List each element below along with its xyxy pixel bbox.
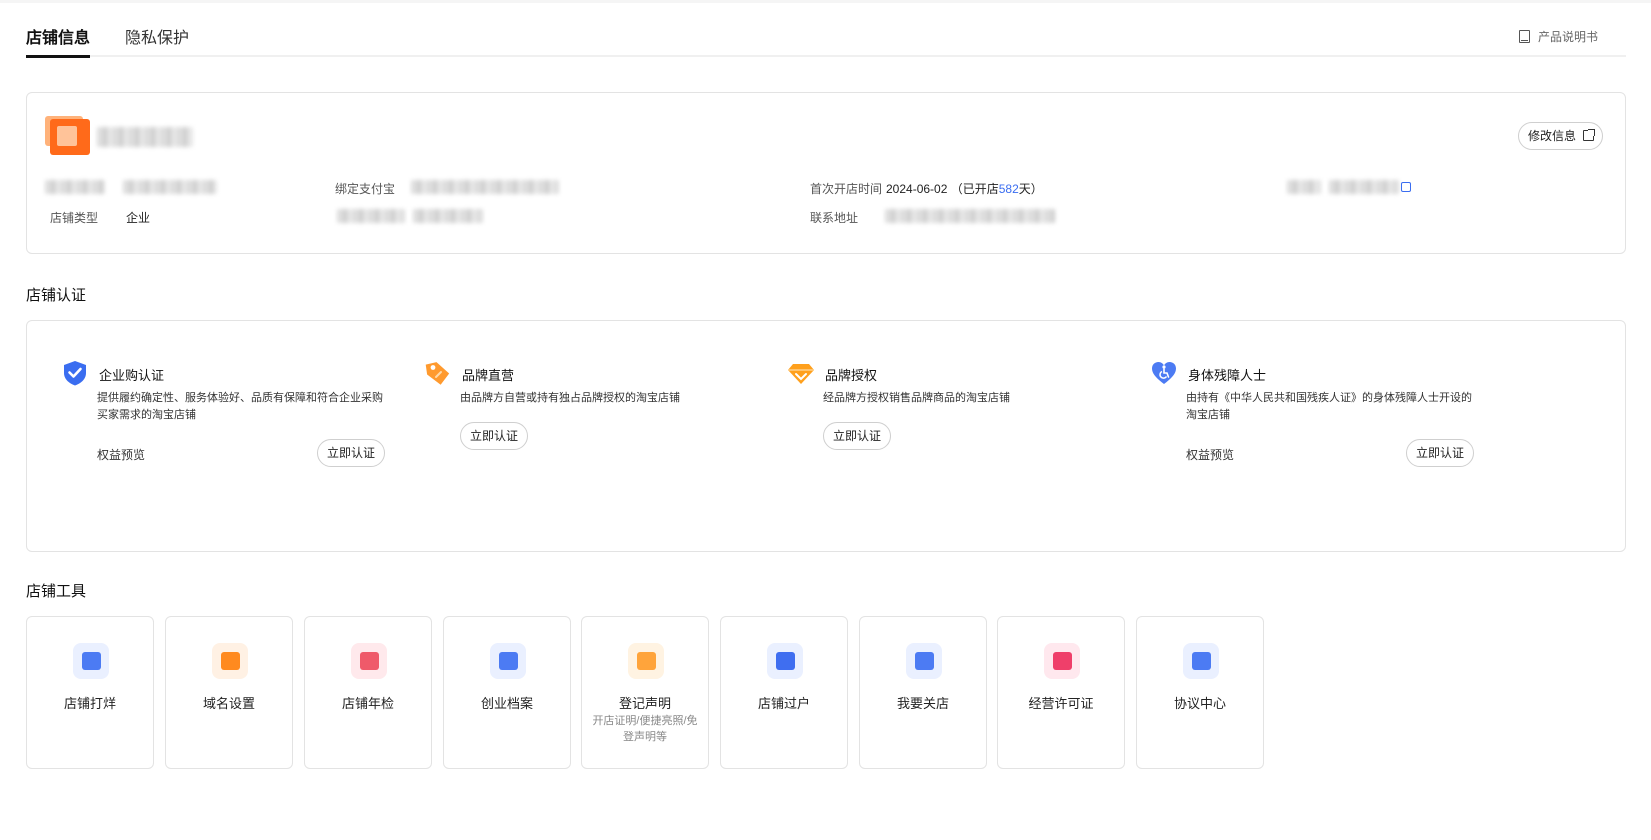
cert-title: 品牌直营 xyxy=(462,368,515,383)
archive-icon xyxy=(490,643,526,679)
book-icon xyxy=(1518,30,1530,43)
tool-label: 登记声明 xyxy=(618,696,671,711)
tab-privacy[interactable]: 隐私保护 xyxy=(125,24,189,48)
store-type-label: 店铺类型 xyxy=(50,211,99,225)
tool-annual-inspection[interactable]: 店铺年检 xyxy=(304,616,432,769)
store-name-redacted xyxy=(97,127,193,147)
tab-store-info[interactable]: 店铺信息 xyxy=(26,24,90,48)
tool-store-transfer[interactable]: 店铺过户 xyxy=(720,616,848,769)
external-link-icon xyxy=(1583,129,1595,141)
license-folder-icon xyxy=(1044,643,1080,679)
address-value-redacted xyxy=(885,209,1055,223)
product-manual-label: 产品说明书 xyxy=(1537,30,1598,44)
open-time-value: 2024-06-02 （已开店582天） xyxy=(886,180,1043,197)
tab-track xyxy=(26,55,1626,57)
orange-diamond-icon xyxy=(788,364,814,384)
redacted-label-2 xyxy=(1287,180,1321,194)
tool-registration-statement[interactable]: 登记声明 开店证明/便捷亮照/免登声明等 xyxy=(581,616,709,769)
tool-label: 店铺过户 xyxy=(757,696,810,711)
tools-title: 店铺工具 xyxy=(26,583,87,600)
tool-agreement-center[interactable]: 协议中心 xyxy=(1136,616,1264,769)
card-icon xyxy=(906,643,942,679)
alipay-label: 绑定支付宝 xyxy=(335,182,396,196)
blue-shield-check-icon xyxy=(64,361,86,386)
cert-title: 身体残障人士 xyxy=(1188,368,1267,383)
certification-title: 店铺认证 xyxy=(26,287,87,304)
redacted-label xyxy=(45,180,105,194)
shield-search-icon xyxy=(351,643,387,679)
open-prefix: （已开店 xyxy=(950,182,999,196)
cert-title: 品牌授权 xyxy=(825,368,878,383)
tool-close-store[interactable]: 我要关店 xyxy=(859,616,987,769)
edit-info-label: 修改信息 xyxy=(1527,129,1576,143)
blue-heart-accessibility-icon xyxy=(1152,362,1176,384)
cert-title: 企业购认证 xyxy=(99,368,165,383)
agreement-icon xyxy=(1183,643,1219,679)
tool-label: 店铺打烊 xyxy=(63,696,116,711)
certify-button[interactable]: 立即认证 xyxy=(460,422,529,450)
cert-desc: 由品牌方自营或持有独占品牌授权的淘宝店铺 xyxy=(460,392,680,404)
rights-preview[interactable]: 权益预览 xyxy=(1186,446,1234,463)
tab-bar: 店铺信息 隐私保护 产品说明书 xyxy=(26,20,1626,58)
tool-label: 店铺年检 xyxy=(341,696,394,711)
tool-domain-settings[interactable]: 域名设置 xyxy=(165,616,293,769)
active-tab-indicator xyxy=(26,55,90,58)
alipay-value-redacted xyxy=(411,180,559,194)
certify-button[interactable]: 立即认证 xyxy=(1406,439,1475,467)
cert-desc: 提供履约确定性、服务体验好、品质有保障和符合企业采购买家需求的淘宝店铺 xyxy=(97,392,383,421)
tool-label: 我要关店 xyxy=(896,696,949,711)
transfer-icon xyxy=(767,643,803,679)
tool-store-close-temporarily[interactable]: 店铺打烊 xyxy=(26,616,154,769)
tool-label: 协议中心 xyxy=(1173,696,1226,711)
tool-business-license[interactable]: 经营许可证 xyxy=(997,616,1125,769)
product-manual-link[interactable]: 产品说明书 xyxy=(1518,28,1598,45)
tool-startup-archive[interactable]: 创业档案 xyxy=(443,616,571,769)
redacted-value xyxy=(123,180,217,194)
store-type-value: 企业 xyxy=(126,211,151,225)
tool-label: 创业档案 xyxy=(480,696,533,711)
tool-label: 经营许可证 xyxy=(1028,696,1094,711)
certification-card: 企业购认证 提供履约确定性、服务体验好、品质有保障和符合企业采购买家需求的淘宝店… xyxy=(26,320,1626,552)
tool-sublabel: 开店证明/便捷亮照/免登声明等 xyxy=(592,715,698,743)
redacted-value-3 xyxy=(413,209,483,223)
certify-button[interactable]: 立即认证 xyxy=(823,422,892,450)
top-divider xyxy=(0,0,1651,3)
store-info-card: 修改信息 绑定支付宝 首次开店时间 2024-06-02 （已开店582天） 店… xyxy=(26,92,1626,254)
domain-icon xyxy=(212,643,248,679)
edit-info-button[interactable]: 修改信息 xyxy=(1517,122,1603,150)
orange-tag-icon xyxy=(425,362,450,385)
open-days: 582 xyxy=(998,182,1019,196)
rights-preview[interactable]: 权益预览 xyxy=(97,446,145,463)
address-label: 联系地址 xyxy=(810,211,859,225)
redacted-label-3 xyxy=(337,209,405,223)
document-icon xyxy=(628,643,664,679)
redacted-value-2 xyxy=(1329,180,1399,194)
cert-desc: 由持有《中华人民共和国残疾人证》的身体残障人士开设的淘宝店铺 xyxy=(1186,392,1472,421)
tool-label: 域名设置 xyxy=(202,696,255,711)
certify-button[interactable]: 立即认证 xyxy=(317,439,386,467)
store-sleep-icon xyxy=(73,643,109,679)
open-suffix: 天） xyxy=(1018,182,1043,196)
copy-link-icon[interactable] xyxy=(1401,182,1411,192)
cert-desc: 经品牌方授权销售品牌商品的淘宝店铺 xyxy=(823,392,1010,404)
open-date: 2024-06-02 xyxy=(886,182,948,196)
store-logo xyxy=(45,116,91,156)
open-time-label: 首次开店时间 xyxy=(810,182,883,196)
